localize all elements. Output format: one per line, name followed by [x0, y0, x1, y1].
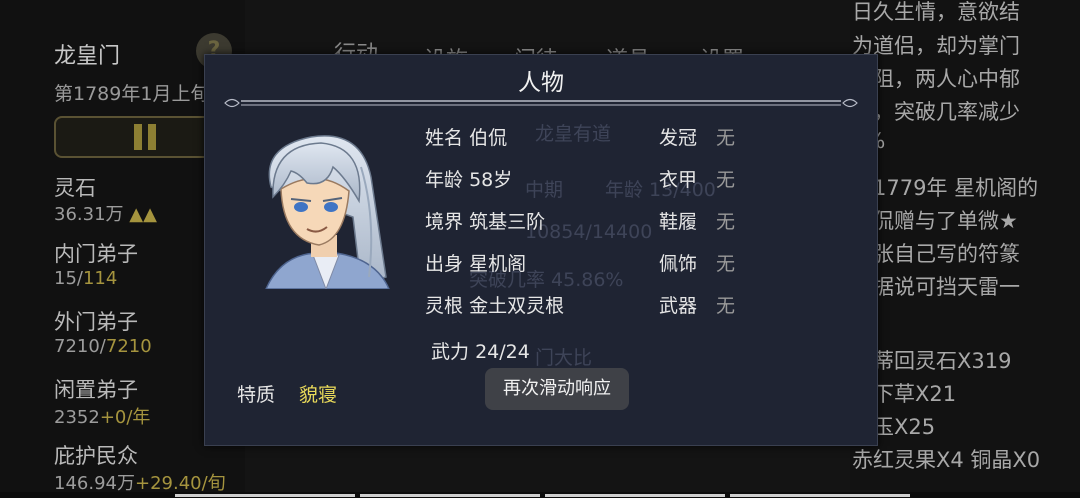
equip-value: 无 — [716, 253, 736, 275]
stat-label: 外门弟子 — [54, 310, 138, 334]
field-power: 武力 24/24 — [431, 341, 530, 363]
stat-value: 15/114 — [54, 268, 118, 289]
dialog-title: 人物 — [518, 70, 564, 96]
sect-name: 龙皇门 — [54, 44, 121, 69]
equip-value: 无 — [716, 127, 736, 149]
field-age: 年龄 58岁 — [425, 169, 513, 191]
equip-slot-accessory[interactable]: 佩饰 — [659, 249, 697, 276]
stat-label: 庇护民众 — [54, 444, 138, 468]
equip-slot-weapon[interactable]: 武器 — [659, 291, 697, 318]
field-origin: 出身 星机阁 — [425, 253, 527, 275]
bottom-bar — [0, 492, 1080, 498]
stat-value: 2352+0/年 — [54, 407, 151, 428]
stat-label: 闲置弟子 — [54, 378, 138, 402]
trait-value[interactable]: 貌寝 — [299, 380, 337, 407]
log-line: 第1779年 星机阁的 — [852, 176, 1039, 200]
ghost-text: 龙皇有道 — [535, 123, 612, 145]
log-line: 赤红灵果X4 铜晶X0 — [852, 448, 1041, 472]
field-name: 姓名 伯侃 — [425, 127, 508, 149]
bar-segment — [545, 494, 725, 497]
bar-segment — [360, 494, 540, 497]
pause-icon — [134, 124, 142, 150]
stat-label: 内门弟子 — [54, 242, 138, 266]
stat-label: 灵石 — [54, 176, 96, 200]
title-divider — [224, 98, 858, 108]
ghost-text: 门大比 — [535, 347, 593, 369]
log-line: 日久生情，意欲结 — [852, 0, 1020, 24]
pause-icon — [148, 124, 156, 150]
trait-label: 特质 — [237, 384, 276, 406]
field-spirit-root: 灵根 金土双灵根 — [425, 295, 565, 317]
toast-message: 再次滑动响应 — [485, 368, 629, 410]
field-realm: 境界 筑基三阶 — [425, 211, 546, 233]
game-date: 第1789年1月上旬 — [54, 83, 210, 105]
ghost-text: 中期 — [525, 179, 564, 201]
equip-slot-crown[interactable]: 发冠 — [659, 123, 697, 150]
equip-slot-armor[interactable]: 衣甲 — [659, 165, 697, 192]
bar-segment — [730, 494, 910, 497]
equip-value: 无 — [716, 211, 736, 233]
character-portrait — [265, 135, 390, 289]
equip-slot-shoes[interactable]: 鞋履 — [659, 207, 697, 234]
character-dialog: 人物 龙皇有道 中期 年龄 13/400 10854/14400 突破几率 45… — [204, 54, 878, 446]
stat-value: 36.31万 ▲▲ — [54, 204, 157, 225]
stat-value: 7210/7210 — [54, 336, 152, 357]
equip-value: 无 — [716, 169, 736, 191]
equip-value: 无 — [716, 295, 736, 317]
bar-segment — [175, 494, 355, 497]
